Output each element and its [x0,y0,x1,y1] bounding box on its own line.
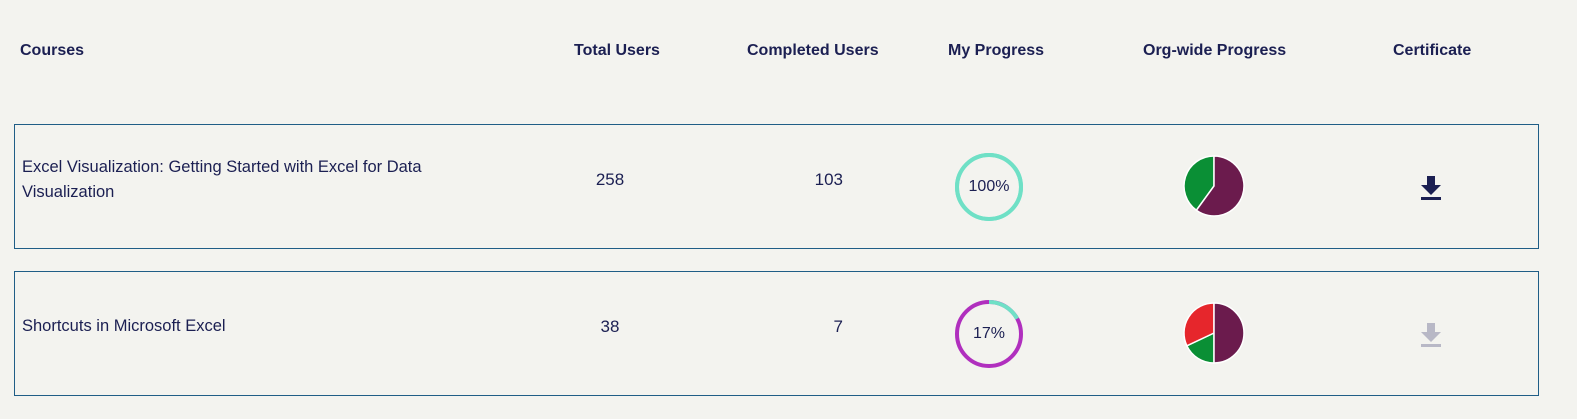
total-users-value: 38 [600,317,620,336]
org-progress-pie [1183,155,1245,217]
download-icon[interactable] [1418,174,1444,202]
column-header-certificate[interactable]: Certificate [1393,42,1471,60]
column-header-org-progress[interactable]: Org-wide Progress [1143,42,1286,60]
pie-slice [1213,302,1245,364]
course-title[interactable]: Shortcuts in Microsoft Excel [22,314,482,339]
download-bar [1421,344,1441,347]
table-row[interactable]: Excel Visualization: Getting Started wit… [14,124,1539,249]
my-progress-label: 100% [968,178,1010,195]
course-progress-table: Courses Total Users Completed Users My P… [0,0,1583,419]
course-title[interactable]: Excel Visualization: Getting Started wit… [22,155,482,205]
completed-users-value: 103 [814,170,843,189]
org-progress-pie [1183,302,1245,364]
table-row[interactable]: Shortcuts in Microsoft Excel 38 7 17% [14,271,1539,396]
table-header: Courses Total Users Completed Users My P… [0,0,1583,104]
column-header-courses[interactable]: Courses [20,42,84,60]
download-icon-disabled [1421,323,1441,347]
column-header-total-users[interactable]: Total Users [574,42,660,60]
my-progress-label: 17% [972,325,1006,342]
column-header-my-progress[interactable]: My Progress [948,42,1044,60]
column-header-completed-users[interactable]: Completed Users [747,42,879,60]
download-bar [1421,197,1441,200]
download-arrow [1421,176,1441,195]
scroll-edge [1577,0,1583,419]
completed-users-value: 7 [833,317,843,336]
download-arrow [1421,323,1441,342]
total-users-value: 258 [595,170,625,189]
